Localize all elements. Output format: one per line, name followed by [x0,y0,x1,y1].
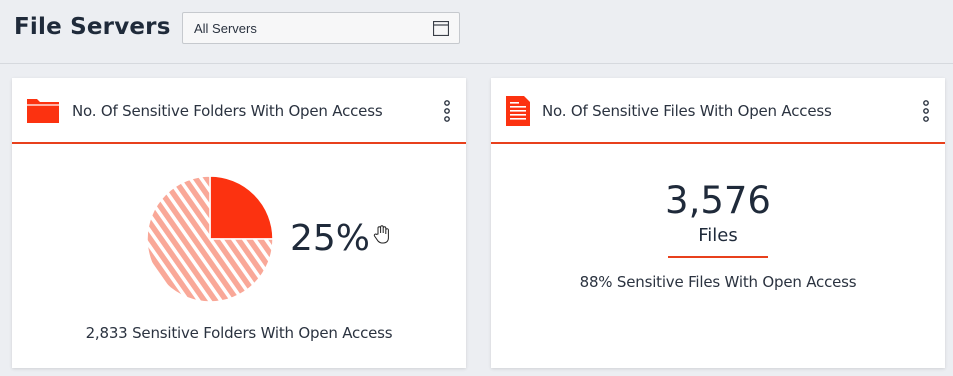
document-icon [506,96,530,126]
card-caption: 2,833 Sensitive Folders With Open Access [85,324,393,342]
card-header: No. Of Sensitive Folders With Open Acces… [12,78,466,144]
server-filter-select[interactable]: All Servers [182,12,460,44]
top-bar: File Servers All Servers [0,0,953,64]
server-filter-value: All Servers [194,21,257,36]
files-count: 3,576 [665,179,771,222]
calendar-icon [433,21,449,36]
kebab-menu-icon[interactable] [921,100,931,122]
sensitive-files-card: No. Of Sensitive Files With Open Access … [491,78,945,368]
card-title: No. Of Sensitive Files With Open Access [542,102,832,120]
kebab-menu-icon[interactable] [442,100,452,122]
folder-icon [27,99,59,123]
percent-value: 25% [290,218,371,259]
card-header: No. Of Sensitive Files With Open Access [491,78,945,144]
card-title: No. Of Sensitive Folders With Open Acces… [72,102,383,120]
divider [668,256,768,258]
files-unit: Files [698,225,738,246]
page-title: File Servers [14,14,171,40]
card-caption: 88% Sensitive Files With Open Access [579,273,857,291]
hand-cursor-icon [373,225,389,244]
pie-slice-1[interactable] [209,175,274,240]
sensitive-folders-card: No. Of Sensitive Folders With Open Acces… [12,78,466,368]
folders-pie-chart [146,175,274,303]
